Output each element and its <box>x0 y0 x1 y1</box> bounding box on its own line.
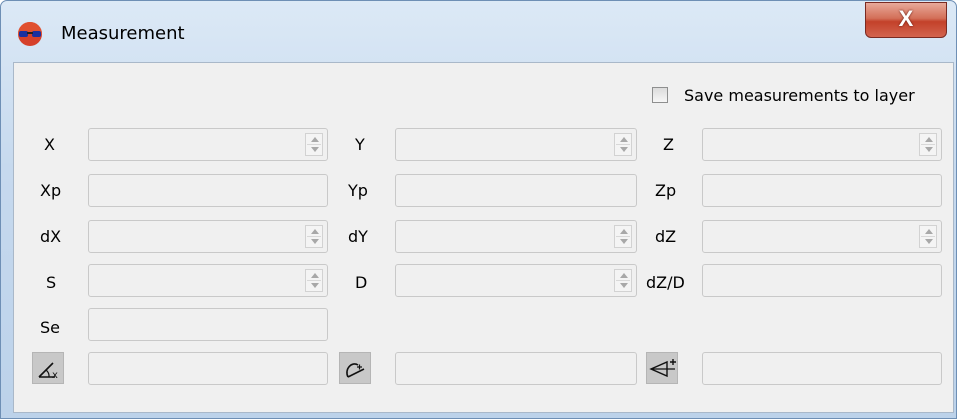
yp-label: Yp <box>348 181 368 200</box>
spin-arrows-icon[interactable] <box>614 225 632 248</box>
zp-field[interactable] <box>702 174 942 207</box>
dz-label: dZ <box>655 227 677 246</box>
spin-arrows-icon[interactable] <box>614 133 632 156</box>
title-bar[interactable]: Measurement X <box>1 1 956 61</box>
spin-arrows-icon[interactable] <box>305 225 323 248</box>
spin-arrows-icon[interactable] <box>305 133 323 156</box>
save-measurements-checkbox[interactable] <box>652 87 668 103</box>
cone-plus-field[interactable] <box>702 352 942 385</box>
dy-spinbox[interactable] <box>395 220 637 253</box>
spin-arrows-icon[interactable] <box>305 269 323 292</box>
d-label: D <box>355 273 368 292</box>
xp-label: Xp <box>40 181 62 200</box>
dz-over-d-label: dZ/D <box>646 273 685 292</box>
cone-plus-tool-button[interactable] <box>646 352 678 384</box>
angle-x-tool-button[interactable]: x <box>32 352 64 384</box>
xp-field[interactable] <box>88 174 328 207</box>
close-icon: X <box>898 6 914 31</box>
spin-arrows-icon[interactable] <box>919 133 937 156</box>
svg-text:x: x <box>52 370 58 381</box>
x-label: X <box>44 135 55 154</box>
angle-arc-field[interactable] <box>395 352 637 385</box>
zp-label: Zp <box>655 181 677 200</box>
x-spinbox[interactable] <box>88 128 328 161</box>
window-title: Measurement <box>61 23 185 44</box>
save-measurements-label[interactable]: Save measurements to layer <box>684 86 915 105</box>
y-label: Y <box>355 135 365 154</box>
s-spinbox[interactable] <box>88 264 328 297</box>
yp-field[interactable] <box>395 174 637 207</box>
dz-over-d-field[interactable] <box>702 264 942 297</box>
s-label: S <box>46 273 57 292</box>
se-field[interactable] <box>88 308 328 341</box>
spin-arrows-icon[interactable] <box>919 225 937 248</box>
dy-label: dY <box>348 227 368 246</box>
z-label: Z <box>663 135 674 154</box>
close-button[interactable]: X <box>865 2 947 38</box>
y-spinbox[interactable] <box>395 128 637 161</box>
dz-spinbox[interactable] <box>702 220 942 253</box>
se-label: Se <box>40 318 60 337</box>
dx-spinbox[interactable] <box>88 220 328 253</box>
angle-x-field[interactable] <box>88 352 328 385</box>
angle-arc-tool-button[interactable] <box>339 352 371 384</box>
d-spinbox[interactable] <box>395 264 637 297</box>
dx-label: dX <box>40 227 62 246</box>
app-stereo-glasses-icon <box>17 21 43 47</box>
z-spinbox[interactable] <box>702 128 942 161</box>
spin-arrows-icon[interactable] <box>614 269 632 292</box>
